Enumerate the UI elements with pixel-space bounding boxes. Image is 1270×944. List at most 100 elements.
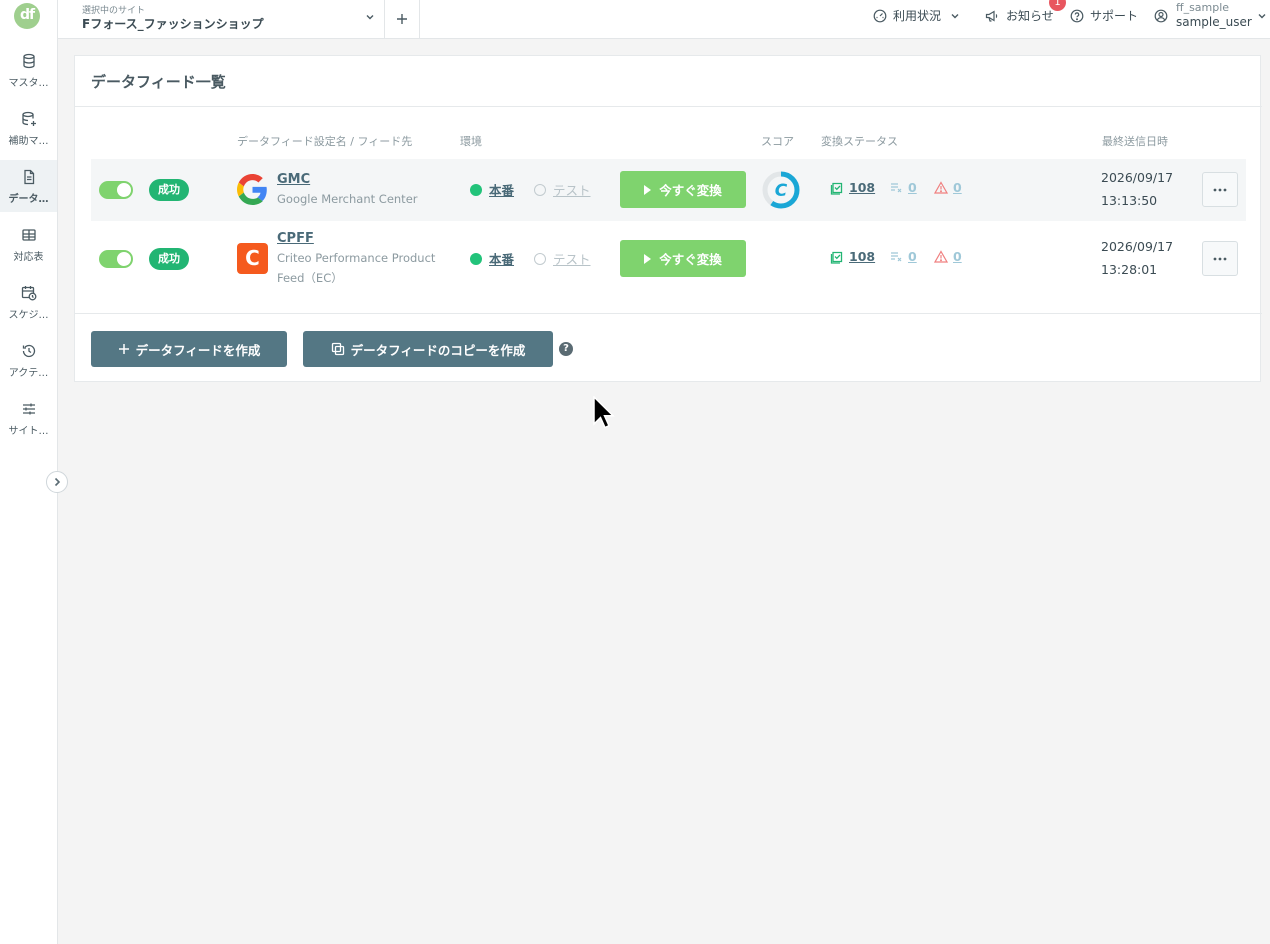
criteo-logo-icon: C [237,243,268,274]
app-logo[interactable]: df [14,3,40,29]
user-name: sample_user [1176,15,1252,29]
status-badge: 成功 [149,179,189,201]
column-header-status: 変換ステータス [821,135,898,148]
warning-count-link[interactable]: 0 [934,180,962,195]
env-production-radio[interactable]: 本番 [470,180,514,199]
warning-count-link[interactable]: 0 [934,249,962,264]
check-list-icon [830,251,843,264]
converted-count: 108 [849,180,876,195]
check-list-icon [830,182,843,195]
sidebar-item-label: アクテ… [8,368,49,379]
env-production-radio[interactable]: 本番 [470,249,514,268]
chevron-down-icon [951,13,959,18]
env-production-label: 本番 [489,252,515,267]
sliders-icon [22,403,35,415]
notice-menu[interactable]: お知らせ [985,7,1054,24]
sidebar-item-datafeed[interactable]: データ… [0,160,57,212]
score-grade: C [775,181,788,201]
chevron-down-icon [366,15,374,20]
feed-enable-toggle[interactable] [99,181,133,199]
converted-count: 108 [849,249,876,264]
notice-label: お知らせ [1006,9,1054,23]
ellipsis-icon [1213,188,1227,191]
question-icon[interactable]: ? [559,342,573,356]
radio-unchecked-icon [534,183,546,196]
google-logo-icon [237,174,267,205]
excluded-count: 0 [908,180,917,195]
sidebar-item-mapping[interactable]: 対応表 [0,218,57,270]
sidebar-item-schedule[interactable]: スケジ… [0,276,57,328]
history-icon [22,344,35,358]
sidebar-item-label: データ… [8,194,49,205]
sidebar-expand-button[interactable] [46,471,68,493]
last-sent-time: 13:13:50 [1101,193,1158,208]
document-icon [23,169,34,185]
ellipsis-icon [1213,257,1227,260]
sidebar-item-label: 対応表 [13,252,44,263]
more-actions-button[interactable] [1202,172,1238,207]
sidebar-item-activity[interactable]: アクテ… [0,334,57,386]
warning-count: 0 [953,249,962,264]
column-header-sent: 最終送信日時 [1102,135,1168,148]
add-site-button[interactable] [385,0,420,38]
excluded-count-link[interactable]: 0 [890,249,917,264]
divider [75,313,1262,314]
copy-datafeed-label: データフィードのコピーを作成 [350,342,526,358]
support-label: サポート [1090,9,1139,23]
table-icon [21,229,36,241]
user-org: ff_sample [1176,1,1230,14]
list-excluded-icon [891,183,902,193]
feed-name-link[interactable]: GMC [277,172,310,187]
table-row: 成功 C CPFF Criteo Performance Product Fee… [91,228,1246,290]
create-datafeed-button[interactable]: データフィードを作成 [91,331,287,367]
site-selector[interactable]: 選択中のサイト Fフォース_ファッションショップ [58,0,385,38]
env-test-radio[interactable]: テスト [534,249,591,268]
score-gauge[interactable]: C [761,170,801,210]
feed-destination: Criteo Performance Product Feed（EC） [277,251,436,285]
env-test-radio[interactable]: テスト [534,180,591,199]
column-header-score: スコア [761,135,794,148]
play-icon [644,184,652,195]
feed-name-link[interactable]: CPFF [277,231,314,246]
last-sent-date: 2026/09/17 [1101,239,1174,254]
copy-datafeed-button[interactable]: データフィードのコピーを作成 [303,331,553,367]
help-circle-icon [1070,9,1084,22]
gauge-icon [873,9,887,22]
megaphone-icon [985,9,998,22]
datafeed-list-card: データフィード一覧 データフィード設定名 / フィード先 環境 スコア 変換ステ… [74,55,1262,382]
excluded-count: 0 [908,249,917,264]
topbar: 選択中のサイト Fフォース_ファッションショップ 利用状況 お知らせ 1 サポー… [58,0,1270,39]
table-row: 成功 GMC Google Merchant Center 本番 テスト 今すぐ… [91,159,1246,221]
sidebar-item-sub-master[interactable]: 補助マ… [0,102,57,154]
plus-icon [118,344,129,354]
chevron-down-icon [1258,14,1266,19]
convert-now-button[interactable]: 今すぐ変換 [620,240,746,277]
play-icon [644,253,652,264]
more-actions-button[interactable] [1202,241,1238,276]
last-sent-time: 13:28:01 [1101,262,1158,277]
plus-icon [397,14,407,24]
env-test-label: テスト [553,183,591,198]
sidebar-item-label: 補助マ… [8,136,49,147]
create-datafeed-label: データフィードを作成 [135,342,261,358]
feed-enable-toggle[interactable] [99,250,133,268]
user-icon [1154,9,1168,23]
support-menu[interactable]: サポート [1070,7,1138,24]
last-sent-datetime: 2026/09/17 13:28:01 [1101,235,1173,281]
database-icon [22,53,35,69]
sidebar-item-master[interactable]: マスタ… [0,44,57,96]
page-title: データフィード一覧 [91,73,226,91]
usage-menu[interactable]: 利用状況 [873,7,961,24]
radio-checked-icon [470,252,482,265]
convert-now-button[interactable]: 今すぐ変換 [620,171,746,208]
converted-count-link[interactable]: 108 [830,249,875,264]
last-sent-date: 2026/09/17 [1101,170,1174,185]
converted-count-link[interactable]: 108 [830,180,875,195]
divider [75,106,1262,107]
status-badge: 成功 [149,248,189,270]
warning-count: 0 [953,180,962,195]
feed-destination: Google Merchant Center [277,192,418,206]
sidebar-item-site-settings[interactable]: サイト… [0,392,57,444]
sidebar-item-label: マスタ… [8,78,49,89]
excluded-count-link[interactable]: 0 [890,180,917,195]
